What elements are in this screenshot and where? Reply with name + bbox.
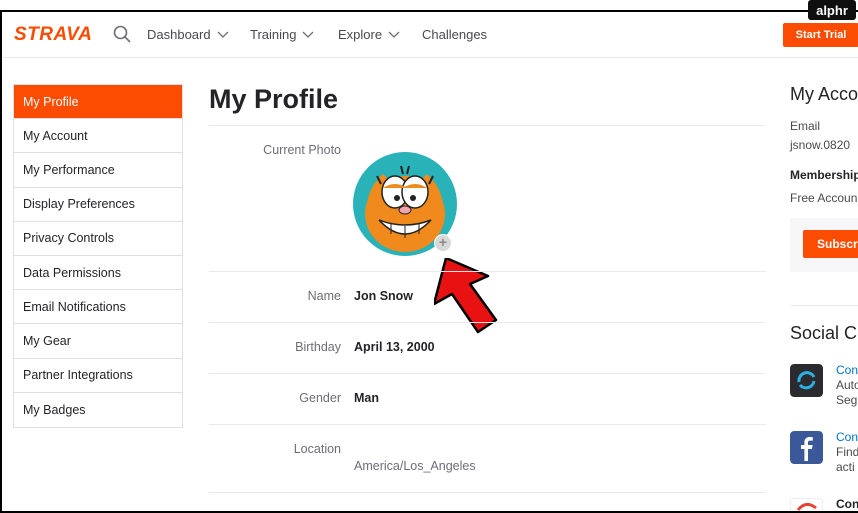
sidebar-item-email-notifications[interactable]: Email Notifications	[14, 290, 182, 325]
settings-sidebar: My Profile My Account My Performance Dis…	[13, 84, 183, 428]
sidebar-item-my-profile[interactable]: My Profile	[14, 85, 182, 120]
chevron-down-icon	[303, 31, 314, 38]
google-icon	[790, 498, 823, 511]
sidebar-item-data-permissions[interactable]: Data Permissions	[14, 256, 182, 291]
birthday-label: Birthday	[295, 340, 341, 354]
account-title: My Acco	[790, 84, 858, 104]
sidebar-item-my-performance[interactable]: My Performance	[14, 153, 182, 188]
chevron-down-icon	[217, 31, 229, 38]
strava-logo[interactable]: STRAVA	[14, 24, 92, 46]
nav-dashboard[interactable]: Dashboard	[147, 27, 229, 42]
divider	[209, 492, 766, 493]
birthday-value[interactable]: April 13, 2000	[354, 340, 435, 354]
nav-challenges[interactable]: Challenges	[422, 27, 487, 42]
sidebar-item-my-account[interactable]: My Account	[14, 119, 182, 154]
current-photo-label: Current Photo	[263, 143, 341, 157]
chevron-down-icon	[388, 31, 400, 38]
divider	[209, 424, 766, 425]
divider	[209, 322, 766, 323]
sync-icon	[790, 364, 823, 397]
sidebar-item-privacy-controls[interactable]: Privacy Controls	[14, 222, 182, 256]
sidebar-item-partner-integrations[interactable]: Partner Integrations	[14, 359, 182, 393]
connect-link[interactable]: Con	[836, 363, 858, 378]
app-window: STRAVA Dashboard Training Explore Challe…	[0, 10, 858, 513]
divider	[790, 305, 858, 306]
social-app-facebook: Con Find acti	[836, 430, 858, 474]
email-value: jsnow.0820	[790, 138, 851, 152]
sidebar-item-my-badges[interactable]: My Badges	[14, 393, 182, 427]
social-app-sync: Con Auto Seg	[836, 363, 858, 408]
sidebar-item-my-gear[interactable]: My Gear	[14, 324, 182, 359]
sidebar-item-display-preferences[interactable]: Display Preferences	[14, 188, 182, 222]
social-app-google[interactable]: Con	[836, 497, 858, 511]
email-label: Email	[790, 119, 821, 133]
page-title: My Profile	[209, 84, 339, 114]
subscribe-button[interactable]: Subscri	[803, 230, 858, 258]
divider	[209, 373, 766, 374]
name-label: Name	[307, 289, 341, 303]
alphr-watermark: alphr	[808, 0, 856, 20]
divider	[209, 271, 766, 272]
connect-link[interactable]: Con	[836, 430, 858, 445]
start-trial-button[interactable]: Start Trial	[783, 23, 858, 47]
nav-explore[interactable]: Explore	[338, 27, 400, 42]
gender-label: Gender	[299, 391, 341, 405]
nav-training[interactable]: Training	[250, 27, 314, 42]
add-photo-icon[interactable]: +	[434, 234, 452, 252]
facebook-icon	[790, 431, 823, 464]
location-value[interactable]: America/Los_Angeles	[354, 459, 476, 473]
location-label: Location	[293, 442, 341, 456]
gender-value[interactable]: Man	[354, 391, 379, 405]
social-title: Social C	[790, 323, 858, 343]
search-icon[interactable]	[113, 25, 131, 43]
membership-label: Membership	[790, 168, 858, 182]
name-value[interactable]: Jon Snow	[354, 289, 413, 303]
membership-value: Free Accoun	[790, 191, 858, 205]
top-nav: STRAVA Dashboard Training Explore Challe…	[2, 12, 858, 58]
divider	[209, 125, 766, 126]
